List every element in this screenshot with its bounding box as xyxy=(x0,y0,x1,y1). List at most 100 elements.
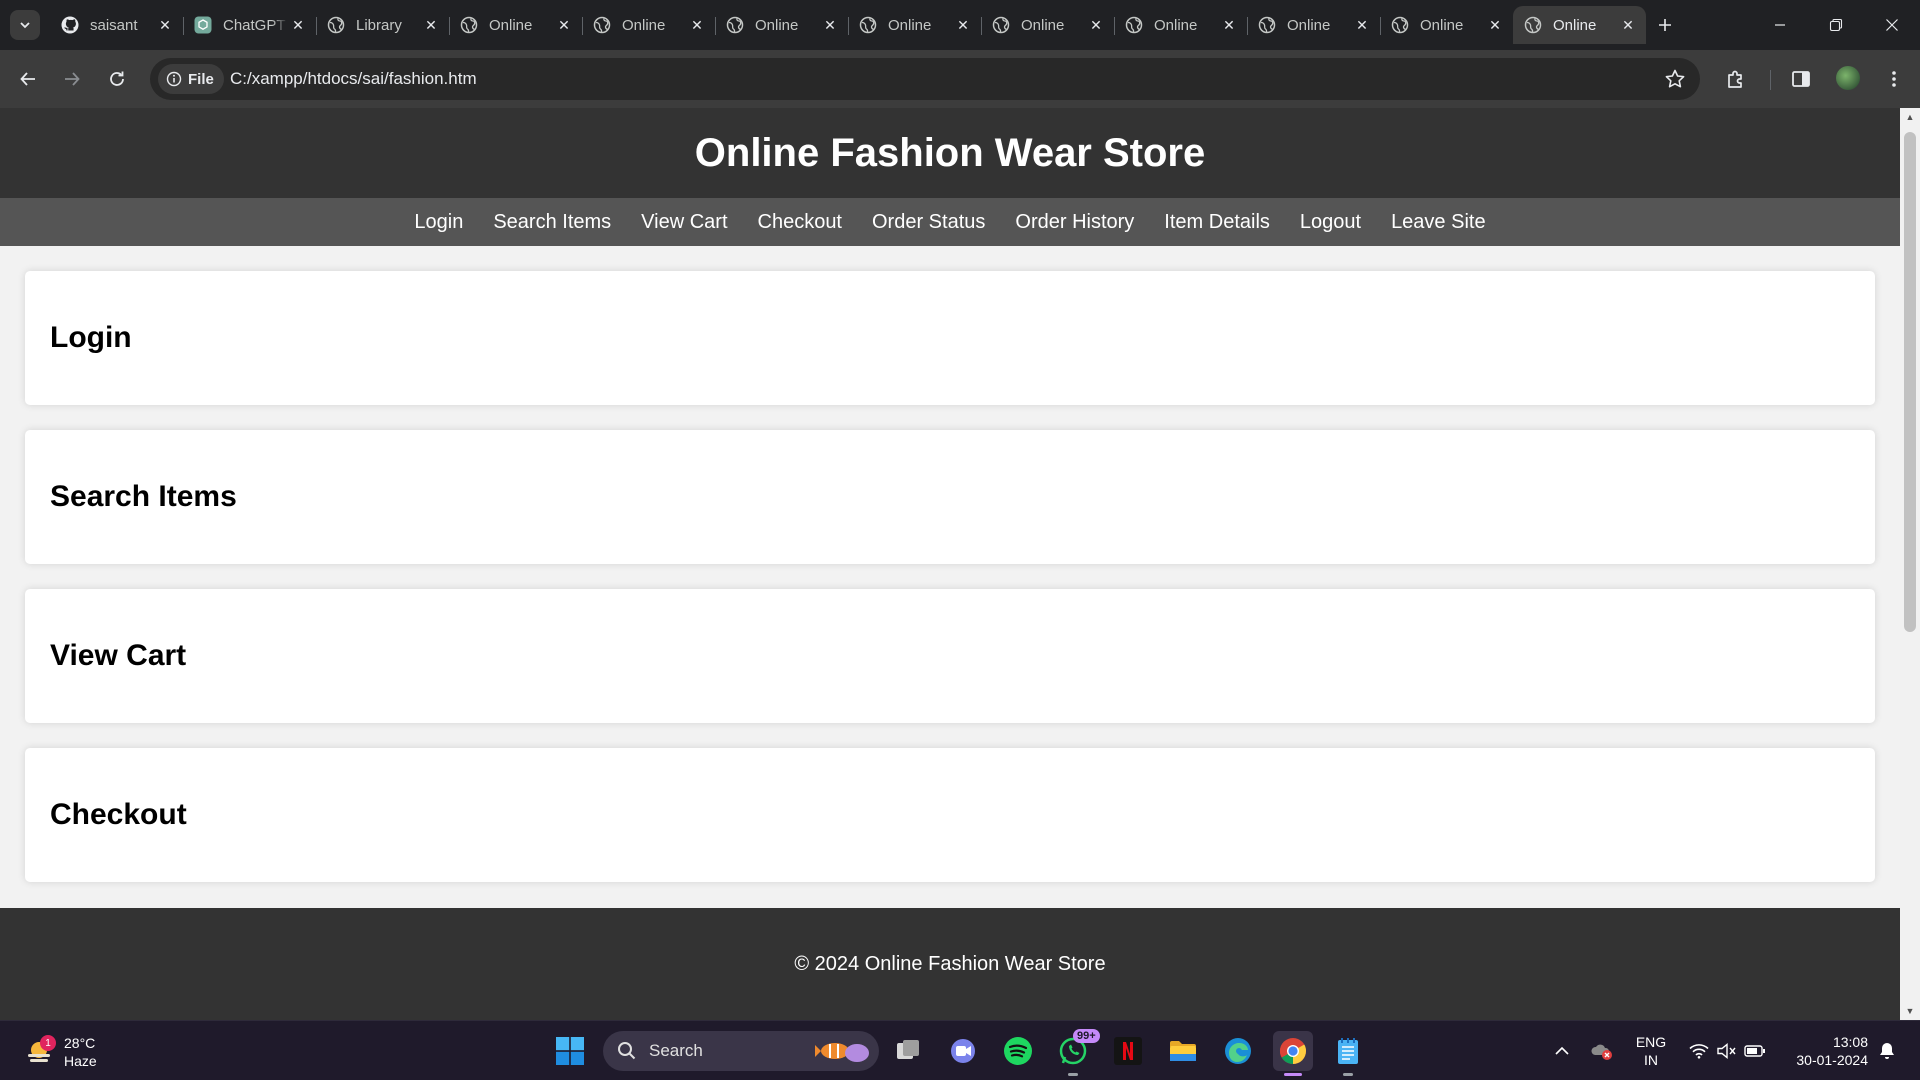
whatsapp-button[interactable]: 99+ xyxy=(1053,1029,1100,1071)
spotify-button[interactable] xyxy=(998,1031,1038,1071)
tab[interactable]: Online ✕ xyxy=(1380,6,1513,44)
side-panel-button[interactable] xyxy=(1785,63,1817,95)
extensions-button[interactable] xyxy=(1720,63,1752,95)
notepad-button[interactable] xyxy=(1328,1031,1368,1071)
chrome-menu-button[interactable] xyxy=(1878,63,1910,95)
tab[interactable]: ChatGPT ✕ xyxy=(183,6,316,44)
tab-title: Online xyxy=(1553,16,1597,34)
profile-avatar[interactable] xyxy=(1836,66,1860,90)
scroll-down-arrow-icon[interactable]: ▼ xyxy=(1900,1002,1920,1020)
nav-link-logout[interactable]: Logout xyxy=(1285,211,1376,234)
nav-link-login[interactable]: Login xyxy=(399,211,478,234)
tab-close-icon[interactable]: ✕ xyxy=(1485,15,1505,35)
tab-title: saisant xyxy=(90,16,138,34)
nav-link-view-cart[interactable]: View Cart xyxy=(626,211,742,234)
tab-close-icon[interactable]: ✕ xyxy=(687,15,707,35)
site-title: Online Fashion Wear Store xyxy=(694,130,1206,175)
tab-close-icon[interactable]: ✕ xyxy=(288,15,308,35)
battery-tray-button[interactable] xyxy=(1742,1021,1768,1080)
show-hidden-icons-button[interactable] xyxy=(1550,1021,1574,1080)
tab-close-icon[interactable]: ✕ xyxy=(1618,15,1638,35)
taskbar-search[interactable]: Search xyxy=(603,1031,879,1071)
tab[interactable]: Online ✕ xyxy=(1247,6,1380,44)
reload-icon xyxy=(110,71,124,86)
tab-title: Online xyxy=(489,16,533,34)
web-page: Online Fashion Wear Store Login Search It… xyxy=(0,108,1900,1020)
task-view-icon xyxy=(897,1040,919,1059)
nav-link-order-status[interactable]: Order Status xyxy=(857,211,1000,234)
tab-close-icon[interactable]: ✕ xyxy=(1219,15,1239,35)
more-vert-icon xyxy=(1892,71,1896,87)
tab-close-icon[interactable]: ✕ xyxy=(1086,15,1106,35)
tab[interactable]: Library ✕ xyxy=(316,6,449,44)
tab-search-button[interactable] xyxy=(10,10,40,40)
tab[interactable]: Online ✕ xyxy=(582,6,715,44)
chrome-button[interactable] xyxy=(1273,1031,1313,1071)
globe-icon xyxy=(1523,15,1543,35)
scroll-thumb[interactable] xyxy=(1904,132,1916,632)
tab[interactable]: Online ✕ xyxy=(449,6,582,44)
task-view-button[interactable] xyxy=(888,1031,928,1071)
site-footer: © 2024 Online Fashion Wear Store xyxy=(0,908,1900,1020)
nav-link-item-details[interactable]: Item Details xyxy=(1149,211,1285,234)
address-bar[interactable]: File C:/xampp/htdocs/sai/fashion.htm xyxy=(150,58,1700,100)
volume-tray-button[interactable] xyxy=(1714,1021,1740,1080)
bookmark-star-icon[interactable] xyxy=(1664,68,1686,95)
globe-icon xyxy=(1390,15,1410,35)
tab-active[interactable]: Online ✕ xyxy=(1513,6,1646,44)
tab[interactable]: saisant ✕ xyxy=(50,6,183,44)
teams-icon xyxy=(951,1039,975,1063)
weather-temp: 28°C xyxy=(64,1035,96,1051)
tab-title: Online xyxy=(1420,16,1464,34)
file-explorer-button[interactable] xyxy=(1163,1031,1203,1071)
forward-button[interactable] xyxy=(56,63,88,95)
url-text[interactable]: C:/xampp/htdocs/sai/fashion.htm xyxy=(230,69,477,89)
tab-close-icon[interactable]: ✕ xyxy=(1352,15,1372,35)
tab-close-icon[interactable]: ✕ xyxy=(554,15,574,35)
tab-close-icon[interactable]: ✕ xyxy=(421,15,441,35)
globe-icon xyxy=(459,15,479,35)
language-indicator[interactable]: ENG IN xyxy=(1626,1033,1676,1069)
minimize-button[interactable] xyxy=(1752,0,1808,50)
nav-link-leave-site[interactable]: Leave Site xyxy=(1376,211,1501,234)
toolbar-divider xyxy=(1770,70,1771,90)
side-panel-icon xyxy=(1792,71,1810,87)
new-tab-button[interactable] xyxy=(1652,12,1678,38)
footer-text: © 2024 Online Fashion Wear Store xyxy=(794,952,1106,975)
tab-close-icon[interactable]: ✕ xyxy=(820,15,840,35)
restore-button[interactable] xyxy=(1808,0,1864,50)
wifi-tray-button[interactable] xyxy=(1686,1021,1712,1080)
clock-time: 13:08 xyxy=(1832,1034,1868,1050)
netflix-button[interactable] xyxy=(1108,1031,1148,1071)
chatgpt-icon xyxy=(193,15,213,35)
close-window-button[interactable] xyxy=(1864,0,1920,50)
nav-link-search-items[interactable]: Search Items xyxy=(478,211,626,234)
main-content: Login Search Items View Cart Checkout xyxy=(0,246,1900,882)
tab[interactable]: Online ✕ xyxy=(981,6,1114,44)
nav-link-checkout[interactable]: Checkout xyxy=(743,211,858,234)
nav-link-order-history[interactable]: Order History xyxy=(1000,211,1149,234)
teams-chat-button[interactable] xyxy=(943,1031,983,1071)
weather-widget[interactable]: 1 28°C Haze xyxy=(22,1031,142,1071)
tab[interactable]: Online ✕ xyxy=(1114,6,1247,44)
tab-close-icon[interactable]: ✕ xyxy=(953,15,973,35)
language-code: ENG xyxy=(1635,1034,1667,1050)
weather-condition: Haze xyxy=(64,1053,97,1069)
edge-button[interactable] xyxy=(1218,1031,1258,1071)
bell-icon xyxy=(1880,1043,1894,1059)
site-info-button[interactable]: File xyxy=(158,64,224,94)
page-scrollbar[interactable]: ▲ ▼ xyxy=(1900,108,1920,1020)
section-login: Login xyxy=(25,271,1875,405)
back-button[interactable] xyxy=(12,63,44,95)
notifications-button[interactable] xyxy=(1874,1021,1900,1080)
system-clock[interactable]: 13:08 30-01-2024 xyxy=(1774,1033,1868,1069)
info-icon xyxy=(166,71,182,87)
scroll-up-arrow-icon[interactable]: ▲ xyxy=(1900,108,1920,126)
reload-button[interactable] xyxy=(101,63,133,95)
tab[interactable]: Online ✕ xyxy=(848,6,981,44)
start-button[interactable] xyxy=(550,1031,590,1071)
tab-close-icon[interactable]: ✕ xyxy=(155,15,175,35)
onedrive-tray-button[interactable] xyxy=(1588,1021,1616,1080)
tab[interactable]: Online ✕ xyxy=(715,6,848,44)
tab-title: Library xyxy=(356,16,402,34)
